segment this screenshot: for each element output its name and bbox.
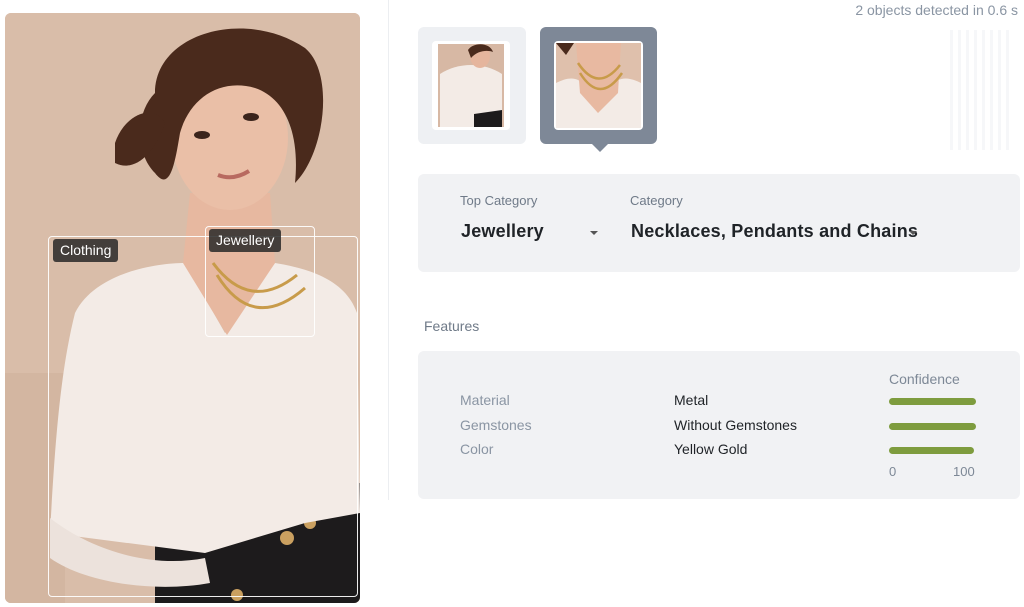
features-title: Features bbox=[424, 318, 480, 334]
confidence-axis-max: 100 bbox=[953, 464, 975, 479]
top-category-chevron-down-icon[interactable] bbox=[590, 231, 598, 235]
top-category-label: Top Category bbox=[460, 193, 538, 208]
confidence-bar bbox=[889, 447, 975, 454]
jewellery-thumbnail-image bbox=[554, 41, 643, 130]
uploaded-photo: Clothing Jewellery bbox=[5, 13, 360, 603]
thumbnail-scroll-fade bbox=[950, 30, 1010, 150]
jewellery-label[interactable]: Jewellery bbox=[209, 229, 282, 252]
category-label: Category bbox=[630, 193, 683, 208]
clothing-label[interactable]: Clothing bbox=[53, 239, 119, 262]
features-card: Confidence Material Metal Gemstones With… bbox=[418, 351, 1020, 499]
feature-name: Material bbox=[460, 392, 510, 408]
category-chevron-down-icon[interactable] bbox=[909, 231, 917, 235]
panel-divider bbox=[388, 0, 389, 500]
confidence-bar bbox=[889, 423, 977, 430]
confidence-axis-min: 0 bbox=[889, 464, 897, 479]
confidence-header: Confidence bbox=[889, 371, 960, 387]
clothing-thumbnail[interactable] bbox=[418, 27, 526, 144]
feature-value: Without Gemstones bbox=[674, 417, 797, 433]
feature-name: Color bbox=[460, 441, 494, 457]
clothing-thumbnail-image bbox=[432, 41, 510, 130]
jewellery-thumbnail[interactable] bbox=[540, 27, 657, 152]
feature-name: Gemstones bbox=[460, 417, 532, 433]
confidence-bar bbox=[889, 398, 977, 405]
detection-summary: 2 objects detected in 0.6 s bbox=[855, 2, 1018, 18]
category-dropdown[interactable]: Necklaces, Pendants and Chains bbox=[631, 221, 918, 242]
feature-value: Yellow Gold bbox=[674, 441, 748, 457]
feature-value: Metal bbox=[674, 392, 709, 408]
category-card: Top Category Jewellery Category Necklace… bbox=[418, 174, 1020, 272]
top-category-dropdown[interactable]: Jewellery bbox=[461, 221, 544, 242]
